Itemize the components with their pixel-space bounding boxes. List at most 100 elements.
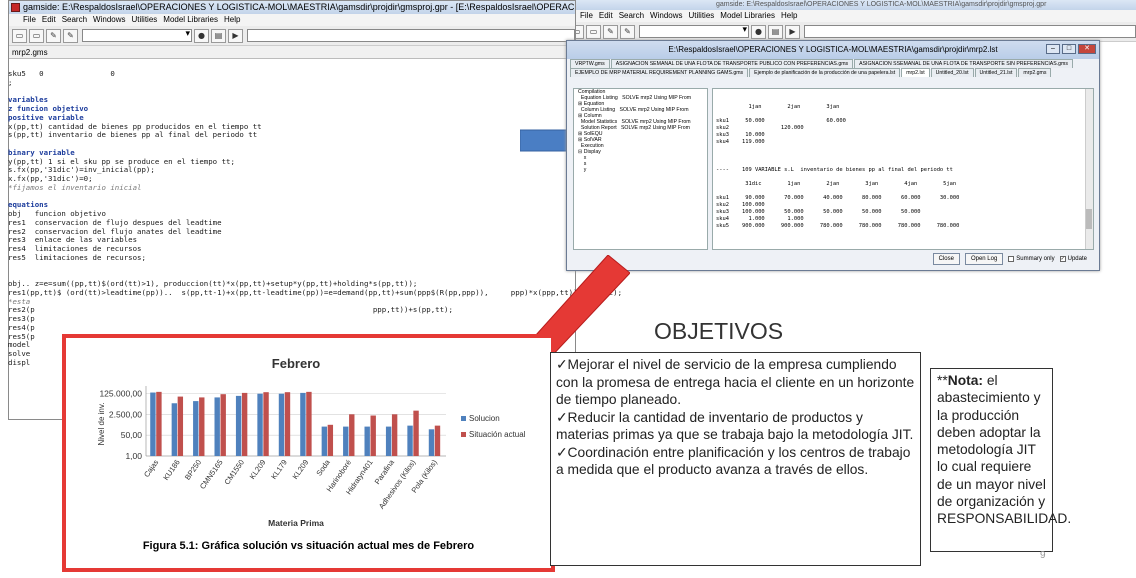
gams-app-icon (11, 3, 20, 12)
run-icon[interactable]: ● (751, 24, 766, 39)
gams-bg-menu-search[interactable]: Search (619, 11, 644, 20)
lst-output-pane[interactable]: 1jan 2jan 3jan sku1 50.000 60.000 sku2 12… (712, 88, 1094, 250)
gams-menu-file[interactable]: File (23, 15, 36, 24)
maximize-icon[interactable]: □ (1062, 44, 1076, 54)
x-tick-label: BP250 (183, 458, 203, 482)
lst-tab[interactable]: Ejemplo de planificación de la producció… (749, 68, 901, 77)
gams-bg-menu-windows[interactable]: Windows (650, 11, 682, 20)
lst-tab[interactable]: mrp2.gms (1018, 68, 1052, 77)
objetivos-title: OBJETIVOS (654, 318, 784, 344)
minimize-icon[interactable]: – (1046, 44, 1060, 54)
scrollbar-thumb[interactable] (1086, 209, 1092, 229)
lst-bottom-bar: Close Open Log Summary only ✓ Update (567, 248, 1099, 270)
output-line: sku4 119.000 (716, 139, 765, 145)
code-line: variables (8, 95, 49, 105)
nota-prefix: ** (937, 373, 948, 388)
bar-situacion-actual (263, 392, 269, 456)
x-tick-label: CM1550 (222, 458, 246, 486)
gams-toolbar: ▭ ▭ ✎ ✎ ● ▤ ▶ (9, 26, 575, 46)
gams-menu-edit[interactable]: Edit (42, 15, 56, 24)
edit-icon[interactable]: ✎ (603, 24, 618, 39)
output-line: sku4 1.000 1.000 (716, 216, 804, 222)
page-number: 9 (1040, 550, 1046, 561)
y-tick-label: 1,00 (125, 451, 142, 461)
lst-view-icon[interactable]: ▶ (228, 28, 243, 43)
update-checkbox[interactable]: ✓ Update (1059, 256, 1087, 262)
bar-solucion (235, 395, 242, 456)
gams-menu-windows[interactable]: Windows (93, 15, 125, 24)
bar-solucion (364, 426, 370, 456)
tools-icon[interactable]: ✎ (620, 24, 635, 39)
bar-solucion (321, 426, 328, 456)
vertical-scrollbar[interactable] (1085, 89, 1093, 249)
lst-tab[interactable]: EJEMPLO DE MRP MATERIAL REQUIREMENT PLAN… (570, 68, 749, 77)
update-check-icon[interactable]: ✓ (1059, 256, 1066, 262)
bar-situacion-actual (413, 410, 419, 456)
print-icon[interactable]: ▤ (211, 28, 226, 43)
open-file-icon[interactable]: ▭ (12, 28, 27, 43)
model-select[interactable] (639, 24, 749, 38)
x-tick-label: Soda (314, 457, 332, 477)
objetivos-box: ✓Mejorar el nivel de servicio de la empr… (550, 352, 921, 566)
close-icon[interactable]: ✕ (1078, 44, 1096, 54)
flag-icon[interactable]: ▶ (785, 24, 800, 39)
lst-tab[interactable]: ASIGNACION SSEMANAL DE UNA FLOTA DE TRAN… (854, 59, 1073, 68)
bar-situacion-actual (434, 425, 441, 456)
gams-bg-menu-file[interactable]: File (580, 11, 593, 20)
lst-tab[interactable]: ASIGNACION SEMANAL DE UNA FLOTA DE TRANS… (610, 59, 854, 68)
bar-situacion-actual (199, 397, 205, 456)
code-line: s.fx(pp,'31dic')=inv_inicial(pp); (8, 165, 155, 175)
open-log-button[interactable]: Open Log (964, 253, 1004, 265)
gams-menu-search[interactable]: Search (62, 15, 87, 24)
bar-solucion (193, 401, 199, 456)
lst-tab[interactable]: Untitled_21.lst (974, 68, 1018, 77)
lst-tab[interactable]: mrp2.lst (901, 68, 930, 77)
gams-menu-bar-background: File Edit Search Windows Utilities Model Libr… (566, 10, 1136, 22)
file-tab-mrp2[interactable]: mrp2.gms (9, 46, 575, 59)
summary-only-checkbox[interactable]: Summary only (1008, 256, 1055, 262)
bar-solucion (150, 392, 156, 456)
bar-situacion-actual (327, 424, 334, 456)
summary-only-box[interactable] (1008, 256, 1015, 262)
gams-menu-model-libraries[interactable]: Model Libraries (163, 15, 218, 24)
legend-label: Situación actual (469, 430, 526, 439)
y-axis-title: Nivel de inv. (97, 403, 106, 446)
bar-situacion-actual (349, 414, 355, 456)
gams-menu-utilities[interactable]: Utilities (132, 15, 158, 24)
lst-tab[interactable]: VRPTW.gms (570, 59, 610, 68)
output-line: sku3 100.000 50.000 50.000 50.000 50.000 (716, 209, 921, 215)
gams-bg-menu-help[interactable]: Help (781, 11, 797, 20)
x-tick-label: KL179 (269, 458, 289, 481)
lst-tab[interactable]: Untitled_20.lst (930, 68, 974, 77)
nota-label: Nota: (947, 373, 984, 388)
command-input[interactable] (247, 29, 575, 42)
update-label: Update (1067, 256, 1087, 262)
tree-node[interactable]: y (574, 167, 707, 173)
gams-bg-menu-edit[interactable]: Edit (599, 11, 613, 20)
save-icon[interactable]: ▭ (586, 24, 601, 39)
bar-solucion (343, 426, 349, 456)
legend-swatch (461, 416, 466, 421)
close-button[interactable]: Close (932, 253, 960, 265)
run-gams-icon[interactable]: ● (194, 28, 209, 43)
lst-viewer-window: E:\RespaldosIsrael\OPERACIONES Y LOGISTI… (566, 40, 1100, 271)
edit-pencil-icon[interactable]: ✎ (46, 28, 61, 43)
gams-bg-menu-model-libraries[interactable]: Model Libraries (720, 11, 775, 20)
save-file-icon[interactable]: ▭ (29, 28, 44, 43)
bar-situacion-actual (306, 391, 312, 456)
bar-solucion (214, 397, 220, 456)
x-tick-label: KL209 (248, 458, 268, 481)
model-dropdown[interactable] (82, 28, 192, 42)
print-icon[interactable]: ▤ (768, 24, 783, 39)
compile-icon[interactable]: ✎ (63, 28, 78, 43)
gams-bg-menu-utilities[interactable]: Utilities (689, 11, 715, 20)
path-input[interactable] (804, 25, 1136, 38)
gams-toolbar-background: ▭ ▭ ✎ ✎ ● ▤ ▶ (566, 22, 1136, 42)
gams-menu-help[interactable]: Help (224, 15, 240, 24)
output-line: sku2 120.000 (716, 125, 804, 131)
gams-title-bar: gamside: E:\RespaldosIsrael\OPERACIONES … (9, 1, 575, 14)
